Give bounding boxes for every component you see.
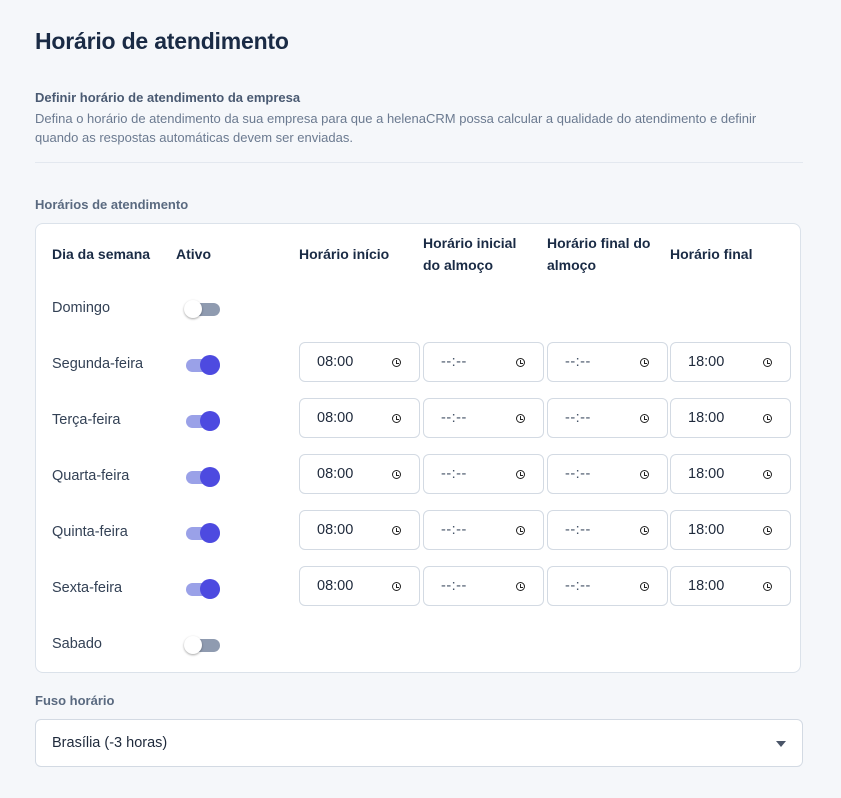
clock-icon xyxy=(640,526,649,535)
clock-icon xyxy=(763,414,772,423)
clock-icon xyxy=(763,358,772,367)
day-label: Domingo xyxy=(52,300,111,316)
clock-icon xyxy=(516,470,525,479)
active-toggle-sabado[interactable] xyxy=(184,634,220,654)
clock-icon xyxy=(392,582,401,591)
end-time-input[interactable]: 18:00 xyxy=(670,454,791,494)
clock-icon xyxy=(392,526,401,535)
clock-icon xyxy=(763,526,772,535)
timezone-value: Brasília (-3 horas) xyxy=(52,735,168,751)
clock-icon xyxy=(763,470,772,479)
clock-icon xyxy=(516,582,525,591)
active-toggle-segunda[interactable] xyxy=(184,354,220,375)
page-title: Horário de atendimento xyxy=(35,28,289,54)
clock-icon xyxy=(516,526,525,535)
divider xyxy=(35,162,803,163)
day-label: Quinta-feira xyxy=(52,524,128,540)
clock-icon xyxy=(392,414,401,423)
clock-icon xyxy=(640,470,649,479)
timezone-select[interactable]: Brasília (-3 horas) xyxy=(35,719,803,767)
schedule-table: Dia da semana Ativo Horário início Horár… xyxy=(35,223,801,673)
lunch-end-input[interactable]: --:-- xyxy=(547,566,668,606)
lunch-end-input[interactable]: --:-- xyxy=(547,510,668,550)
header-lunch-end-line1: Horário final do xyxy=(547,235,651,251)
section-subtitle: Definir horário de atendimento da empres… xyxy=(35,90,301,105)
day-label: Sexta-feira xyxy=(52,580,123,596)
section-description: Defina o horário de atendimento da sua e… xyxy=(35,111,757,145)
clock-icon xyxy=(640,582,649,591)
caret-down-icon xyxy=(776,741,786,747)
active-toggle-terca[interactable] xyxy=(184,410,220,431)
active-toggle-quinta[interactable] xyxy=(184,522,220,543)
lunch-end-input[interactable]: --:-- xyxy=(547,342,668,382)
clock-icon xyxy=(516,358,525,367)
header-lunch-start: Horário inicial do almoço xyxy=(423,232,516,276)
header-day: Dia da semana xyxy=(52,246,151,262)
active-toggle-sexta[interactable] xyxy=(184,578,220,599)
day-label: Quarta-feira xyxy=(52,468,130,484)
end-time-input[interactable]: 18:00 xyxy=(670,566,791,606)
active-toggle-quarta[interactable] xyxy=(184,466,220,487)
start-time-input[interactable]: 08:00 xyxy=(299,342,420,382)
clock-icon xyxy=(763,582,772,591)
start-time-input[interactable]: 08:00 xyxy=(299,454,420,494)
day-label: Segunda-feira xyxy=(52,356,144,372)
lunch-start-input[interactable]: --:-- xyxy=(423,510,544,550)
header-lunch-start-line1: Horário inicial xyxy=(423,235,517,251)
clock-icon xyxy=(392,358,401,367)
header-active: Ativo xyxy=(176,246,211,262)
lunch-start-input[interactable]: --:-- xyxy=(423,398,544,438)
lunch-end-input[interactable]: --:-- xyxy=(547,454,668,494)
start-time-input[interactable]: 08:00 xyxy=(299,398,420,438)
header-lunch-end-line2: almoço xyxy=(547,257,597,273)
start-time-input[interactable]: 08:00 xyxy=(299,510,420,550)
header-lunch-end: Horário final do almoço xyxy=(547,232,650,276)
header-lunch-start-line2: do almoço xyxy=(423,257,494,273)
end-time-input[interactable]: 18:00 xyxy=(670,342,791,382)
schedule-section-label: Horários de atendimento xyxy=(35,197,189,212)
active-toggle-domingo[interactable] xyxy=(184,298,220,318)
start-time-input[interactable]: 08:00 xyxy=(299,566,420,606)
clock-icon xyxy=(640,414,649,423)
day-label: Sabado xyxy=(52,636,102,652)
lunch-end-input[interactable]: --:-- xyxy=(547,398,668,438)
clock-icon xyxy=(392,470,401,479)
end-time-input[interactable]: 18:00 xyxy=(670,398,791,438)
lunch-start-input[interactable]: --:-- xyxy=(423,566,544,606)
header-end: Horário final xyxy=(670,246,753,262)
lunch-start-input[interactable]: --:-- xyxy=(423,454,544,494)
settings-page: Horário de atendimento Definir horário d… xyxy=(0,0,841,798)
clock-icon xyxy=(516,414,525,423)
header-start: Horário início xyxy=(299,246,390,262)
end-time-input[interactable]: 18:00 xyxy=(670,510,791,550)
timezone-label: Fuso horário xyxy=(35,693,115,708)
day-label: Terça-feira xyxy=(52,412,121,428)
clock-icon xyxy=(640,358,649,367)
lunch-start-input[interactable]: --:-- xyxy=(423,342,544,382)
